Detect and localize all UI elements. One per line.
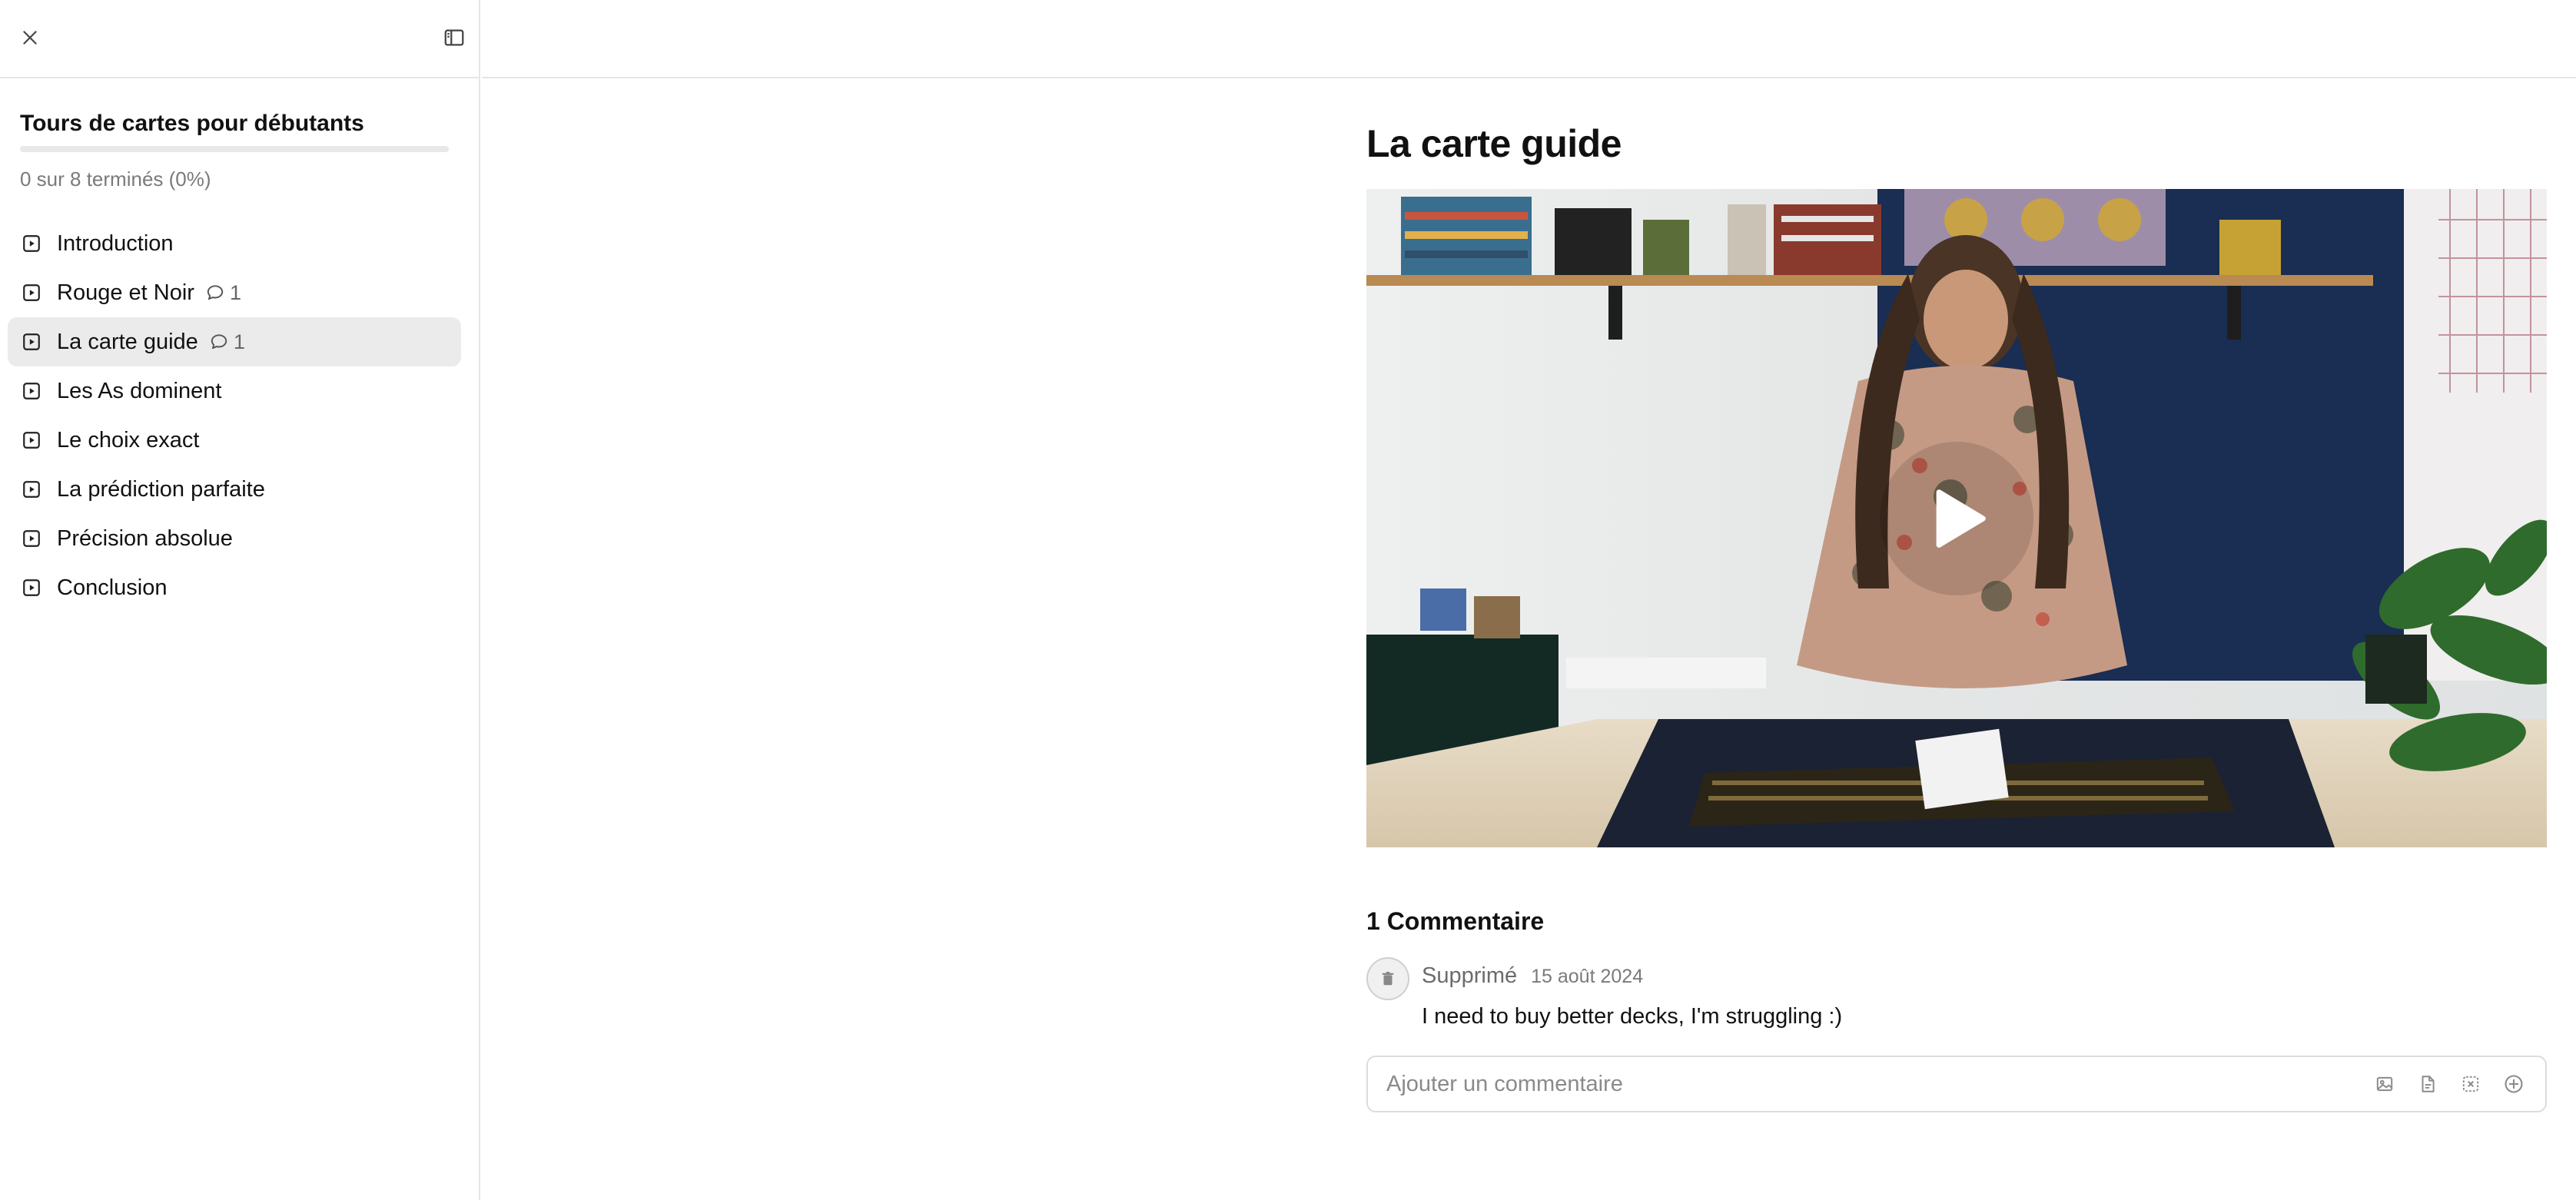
progress-bar: [20, 146, 449, 152]
comment: Supprimé 15 août 2024 I need to buy bett…: [1366, 957, 2547, 1029]
comment-input[interactable]: [1386, 1071, 2372, 1097]
lesson-label: Les As dominent: [57, 378, 222, 403]
trash-icon: [1382, 971, 1394, 986]
lesson-item-5[interactable]: Le choix exact: [8, 416, 461, 465]
video-lesson-icon: [20, 429, 43, 452]
comment-body: Supprimé 15 août 2024 I need to buy bett…: [1422, 957, 1842, 1029]
course-title: Tours de cartes pour débutants: [20, 111, 364, 136]
lesson-item-1[interactable]: Introduction: [8, 219, 461, 268]
add-circle-icon: [2505, 1075, 2523, 1093]
lesson-label: La prédiction parfaite: [57, 476, 265, 502]
progress-text: 0 sur 8 terminés (0%): [20, 167, 211, 191]
close-button[interactable]: [12, 20, 48, 55]
file-icon: [2422, 1076, 2435, 1092]
video-lesson-icon: [20, 281, 43, 304]
lesson-label: Précision absolue: [57, 525, 233, 551]
comment-composer: [1366, 1056, 2547, 1112]
close-icon: [23, 31, 37, 45]
comment-icon: [207, 285, 224, 300]
comments-heading: 1 Commentaire: [1366, 907, 1545, 935]
video-lesson-icon: [20, 330, 43, 353]
sidebar-header: [0, 0, 479, 78]
gif-icon: [2462, 1076, 2479, 1092]
lesson-item-7[interactable]: Précision absolue: [8, 514, 461, 563]
add-attachment-button[interactable]: [2501, 1071, 2527, 1097]
play-icon: [1936, 489, 1986, 548]
lesson-item-2[interactable]: Rouge et Noir 1: [8, 268, 461, 317]
lesson-item-4[interactable]: Les As dominent: [8, 366, 461, 416]
sidebar-toggle-icon: [444, 29, 464, 46]
comment-meta: Supprimé 15 août 2024: [1422, 963, 1842, 989]
lesson-content: La carte guide 1 Commentaire Supprimé 15…: [1366, 78, 2547, 1112]
comment-date: 15 août 2024: [1531, 966, 1644, 987]
top-bar: [482, 0, 2576, 78]
video-lesson-icon: [20, 576, 43, 599]
composer-actions: [2372, 1071, 2527, 1097]
course-sidebar: Tours de cartes pour débutants 0 sur 8 t…: [0, 0, 480, 1200]
lesson-label: La carte guide: [57, 329, 198, 354]
comment-text: I need to buy better decks, I'm struggli…: [1422, 1004, 1843, 1029]
image-upload-button[interactable]: [2372, 1071, 2398, 1097]
file-upload-button[interactable]: [2415, 1071, 2441, 1097]
play-button[interactable]: [1880, 441, 2033, 595]
lesson-label: Introduction: [57, 230, 174, 256]
comment-author: Supprimé: [1422, 963, 1518, 988]
lesson-item-8[interactable]: Conclusion: [8, 563, 461, 612]
avatar: [1366, 957, 1409, 1000]
lesson-comment-count: 1: [205, 281, 241, 305]
video-lesson-icon: [20, 527, 43, 550]
video-player[interactable]: [1366, 189, 2547, 847]
lesson-item-3[interactable]: La carte guide 1: [8, 317, 461, 366]
lesson-title: La carte guide: [1366, 122, 1622, 165]
gif-button[interactable]: [2458, 1071, 2484, 1097]
lesson-label: Le choix exact: [57, 427, 200, 452]
lesson-list: Introduction Rouge et Noir 1 La carte gu…: [8, 219, 461, 612]
image-icon: [2376, 1076, 2393, 1092]
video-lesson-icon: [20, 478, 43, 501]
video-lesson-icon: [20, 232, 43, 255]
lesson-item-6[interactable]: La prédiction parfaite: [8, 465, 461, 514]
lesson-comment-count: 1: [209, 330, 245, 354]
lesson-label: Rouge et Noir: [57, 280, 194, 305]
sidebar-toggle-button[interactable]: [437, 20, 472, 55]
video-lesson-icon: [20, 380, 43, 403]
lesson-label: Conclusion: [57, 575, 168, 600]
comment-icon: [211, 334, 227, 350]
